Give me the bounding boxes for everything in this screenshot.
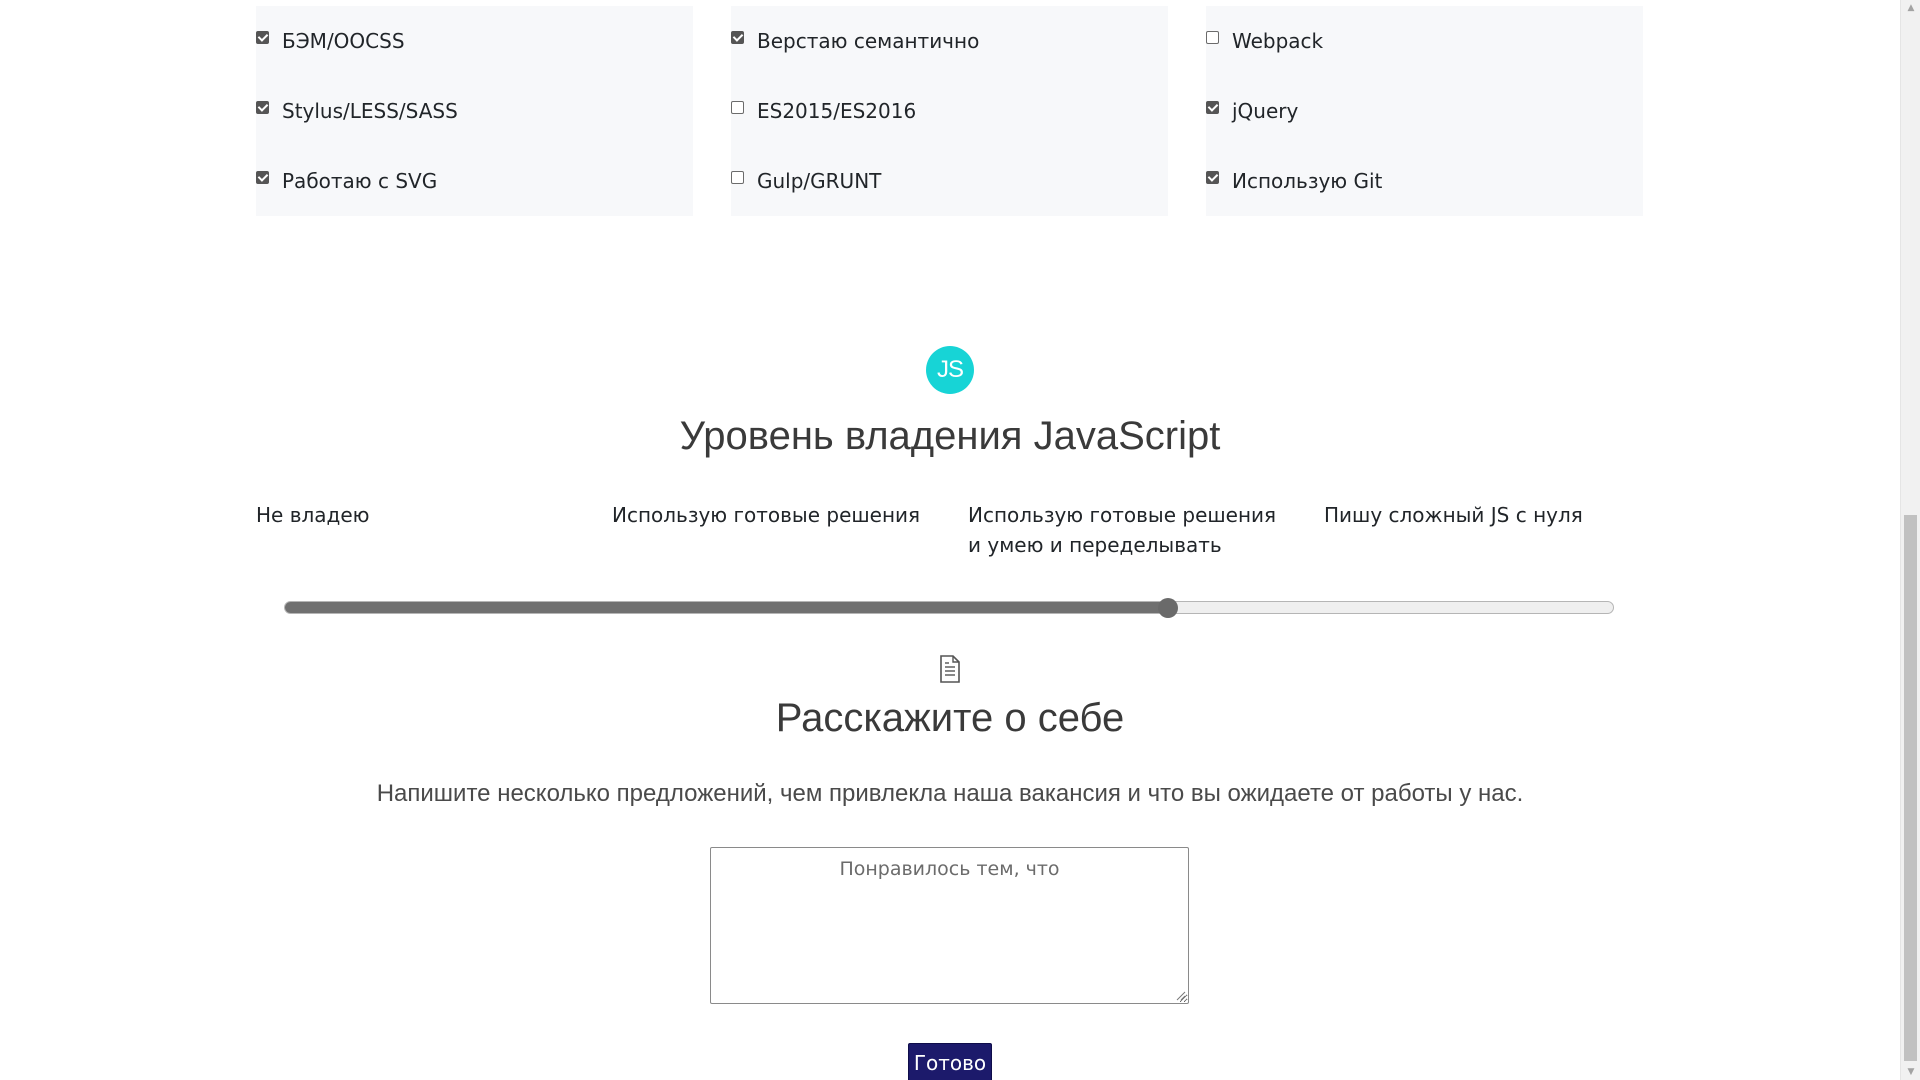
skill-label: Работаю с SVG [282, 169, 438, 193]
skill-label: БЭМ/OOCSS [282, 29, 405, 53]
skill-checkbox-item[interactable]: Работаю с SVG [256, 166, 437, 196]
checkbox[interactable] [731, 100, 744, 114]
skills-column-1: БЭМ/OOCSS Stylus/LESS/SASS Работаю с SVG [256, 6, 693, 216]
skills-column-3: Webpack jQuery Использую Git [1206, 6, 1643, 216]
skill-checkbox-item[interactable]: Верстаю семантично [731, 26, 979, 56]
checkbox[interactable] [256, 30, 269, 44]
page-scrollbar[interactable]: ▲ ▼ [1900, 0, 1920, 1080]
scroll-thumb[interactable] [1904, 515, 1917, 1061]
skills-column-2: Верстаю семантично ES2015/ES2016 Gulp/GR… [731, 6, 1168, 216]
js-section-title: Уровень владения JavaScript [679, 414, 1221, 458]
scroll-down-arrow-icon[interactable]: ▼ [1901, 1064, 1920, 1080]
skill-label: jQuery [1232, 99, 1299, 123]
checkbox[interactable] [1206, 30, 1219, 44]
submit-button[interactable]: Готово [908, 1043, 992, 1080]
js-badge-icon: JS [926, 346, 974, 394]
page-viewport: БЭМ/OOCSS Stylus/LESS/SASS Работаю с SVG… [0, 0, 1920, 1080]
checkbox[interactable] [731, 170, 744, 184]
skill-checkbox-item[interactable]: Использую Git [1206, 166, 1382, 196]
checkbox[interactable] [256, 170, 269, 184]
checkbox[interactable] [1206, 100, 1219, 114]
skill-checkbox-item[interactable]: jQuery [1206, 96, 1298, 126]
skill-label: Webpack [1232, 29, 1324, 53]
skill-checkbox-item[interactable]: БЭМ/OOCSS [256, 26, 405, 56]
skill-label: Использую Git [1232, 169, 1383, 193]
about-section-title: Расскажите о себе [775, 696, 1125, 740]
about-textarea[interactable] [710, 847, 1189, 1004]
js-level-label: Пишу сложный JS с нуля [1324, 503, 1583, 527]
js-level-label: Не владею [256, 503, 370, 527]
skills-checkbox-grid: БЭМ/OOCSS Stylus/LESS/SASS Работаю с SVG… [256, 6, 1644, 216]
skill-checkbox-item[interactable]: Gulp/GRUNT [731, 166, 881, 196]
skill-checkbox-item[interactable]: Webpack [1206, 26, 1323, 56]
checkbox[interactable] [256, 100, 269, 114]
js-level-slider[interactable] [284, 597, 1614, 618]
checkbox[interactable] [1206, 170, 1219, 184]
slider-fill [285, 602, 1168, 613]
scroll-up-arrow-icon[interactable]: ▲ [1901, 0, 1920, 16]
slider-thumb[interactable] [1158, 597, 1178, 618]
skill-checkbox-item[interactable]: ES2015/ES2016 [731, 96, 916, 126]
js-level-label: Использую готовые решения [612, 503, 921, 527]
js-level-label: Использую готовые решения и умею и перед… [968, 503, 1277, 557]
skill-label: Верстаю семантично [757, 29, 980, 53]
about-description: Напишите несколько предложений, чем прив… [376, 780, 1524, 807]
checkbox[interactable] [731, 30, 744, 44]
document-icon [940, 655, 960, 683]
js-level-labels: Не владею Использую готовые решения Испо… [256, 500, 1686, 570]
skill-label: Stylus/LESS/SASS [282, 99, 458, 123]
skill-checkbox-item[interactable]: Stylus/LESS/SASS [256, 96, 458, 126]
skill-label: ES2015/ES2016 [757, 99, 917, 123]
skill-label: Gulp/GRUNT [757, 169, 882, 193]
